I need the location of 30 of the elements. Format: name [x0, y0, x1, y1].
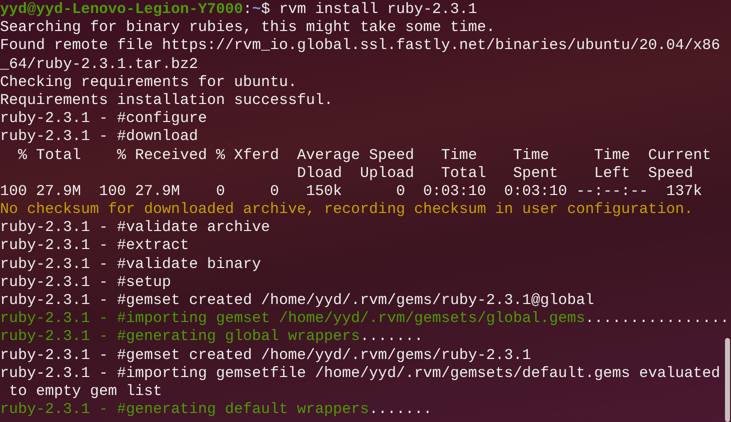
- scrollbar-thumb[interactable]: [725, 338, 730, 422]
- terminal-text: ruby-2.3.1 - #extract: [0, 237, 190, 254]
- terminal-text: Requirements installation successful.: [0, 92, 334, 109]
- terminal-text: ruby-2.3.1 - #gemset created /home/yyd/.rvm/gems/ruby-2.3.1@global: [0, 292, 594, 309]
- terminal-text: ruby-2.3.1 - #configure: [0, 110, 208, 128]
- terminal-text: Found remote file https://rvm_io.global.ssl.fastly.net/binaries/ubuntu/20.04/x86: [0, 37, 720, 54]
- warning-text: No checksum for downloaded archive, recording checksum in user configuration.: [0, 201, 694, 218]
- terminal-text: ................: [585, 310, 730, 328]
- terminal-text: ruby-2.3.1 - #validate binary: [0, 256, 262, 273]
- terminal-text: Dload Upload Total Spent Left Speed: [296, 164, 694, 182]
- terminal-text: ruby-2.3.1 - #gemset created /home/yyd/.rvm/gems/ruby-2.3.1: [0, 346, 532, 364]
- step-text: ruby-2.3.1 - #generating default wrappers: [0, 401, 370, 418]
- prompt-path: ~: [252, 1, 262, 18]
- step-text: ruby-2.3.1 - #generating global wrappers: [0, 328, 360, 346]
- terminal-text: Searching for binary rubies, this might take some time.: [0, 19, 496, 36]
- terminal-text: ruby-2.3.1 - #download: [0, 128, 198, 146]
- terminal-text: .......: [360, 328, 424, 346]
- terminal-text: .......: [369, 401, 432, 418]
- terminal-text: ruby-2.3.1 - #importing gemsetfile /home/yyd/.rvm/gemsets/default.gems evaluated: [0, 364, 720, 382]
- terminal-text: :: [243, 1, 252, 18]
- terminal-text: Checking requirements for ubuntu.: [0, 74, 298, 91]
- terminal-text: to empty gem list: [8, 382, 162, 400]
- terminal-text: % Total % Received % Xferd Average Speed Time Time Time Current: [17, 146, 712, 164]
- terminal-text: $ rvm install ruby-2.3.1: [261, 1, 478, 18]
- step-text: ruby-2.3.1 - #importing gemset /home/yyd/.rvm/gemsets/global.gems: [0, 310, 586, 328]
- terminal-text: ruby-2.3.1 - #validate archive: [0, 219, 270, 236]
- terminal-text: 100 27.9M 100 27.9M 0 0 150k 0 0:03:10 0:03:10 --:--:-- 137k: [0, 182, 702, 200]
- terminal-text: _64/ruby-2.3.1.tar.bz2: [0, 56, 198, 73]
- prompt-user-host: yyd@yyd-Lenovo-Legion-Y7000: [0, 1, 244, 18]
- terminal-text: ruby-2.3.1 - #setup: [0, 274, 172, 291]
